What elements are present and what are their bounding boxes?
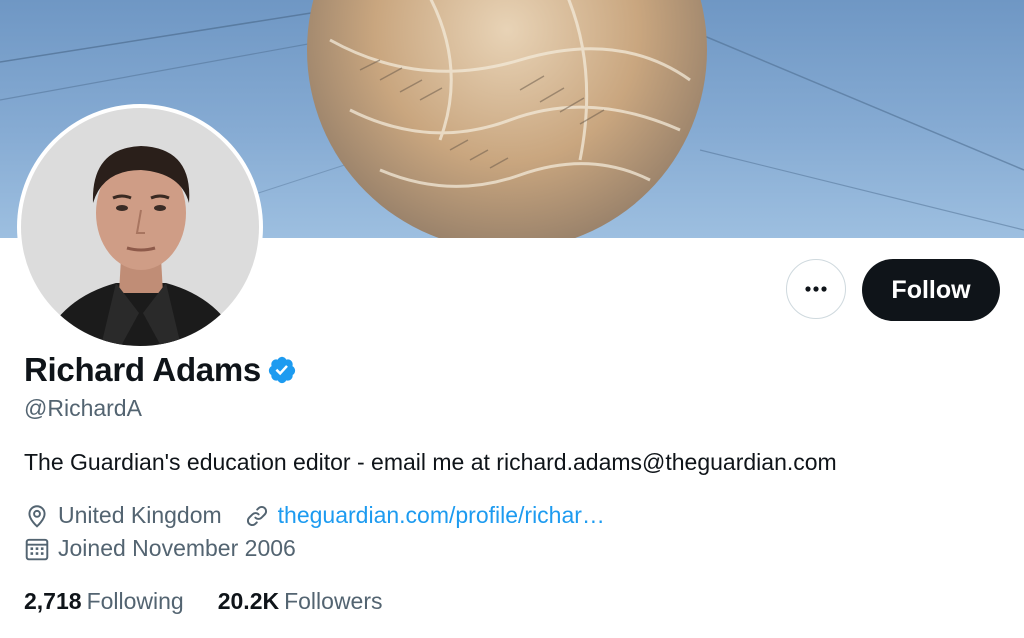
follow-button-label: Follow xyxy=(891,275,971,304)
avatar-photo xyxy=(21,108,259,346)
followers-count: 20.2K xyxy=(217,588,280,614)
profile-bio: The Guardian's education editor - email … xyxy=(24,449,837,475)
more-horizontal-icon xyxy=(805,286,827,292)
verified-badge-icon[interactable] xyxy=(267,355,297,385)
location-pin-icon xyxy=(24,503,50,529)
avatar[interactable] xyxy=(17,104,263,350)
more-options-button[interactable] xyxy=(786,259,846,319)
user-handle: @RichardA xyxy=(24,395,142,421)
link-icon xyxy=(244,503,270,529)
follow-button[interactable]: Follow xyxy=(862,259,1000,321)
followers-label: Followers xyxy=(284,588,383,614)
profile-meta-row: United Kingdom theguardian.com/profile/r… xyxy=(24,502,627,529)
following-stat[interactable]: 2,718 Following xyxy=(24,588,184,615)
profile-page: Follow Richard Adams @RichardA The Guard… xyxy=(0,0,1024,638)
location-item: United Kingdom xyxy=(24,502,222,529)
display-name: Richard Adams xyxy=(24,351,261,388)
location-text: United Kingdom xyxy=(58,502,222,528)
website-item[interactable]: theguardian.com/profile/richar… xyxy=(244,502,605,529)
followers-stat[interactable]: 20.2K Followers xyxy=(218,588,383,615)
website-link[interactable]: theguardian.com/profile/richar… xyxy=(278,502,605,529)
following-label: Following xyxy=(86,588,184,614)
profile-joined-row: Joined November 2006 xyxy=(24,535,318,562)
profile-stats: 2,718 Following 20.2K Followers xyxy=(24,588,417,615)
following-count: 2,718 xyxy=(24,588,82,614)
joined-text: Joined November 2006 xyxy=(58,535,296,561)
name-row: Richard Adams xyxy=(24,350,297,390)
calendar-icon xyxy=(24,536,50,562)
joined-item: Joined November 2006 xyxy=(24,535,296,562)
